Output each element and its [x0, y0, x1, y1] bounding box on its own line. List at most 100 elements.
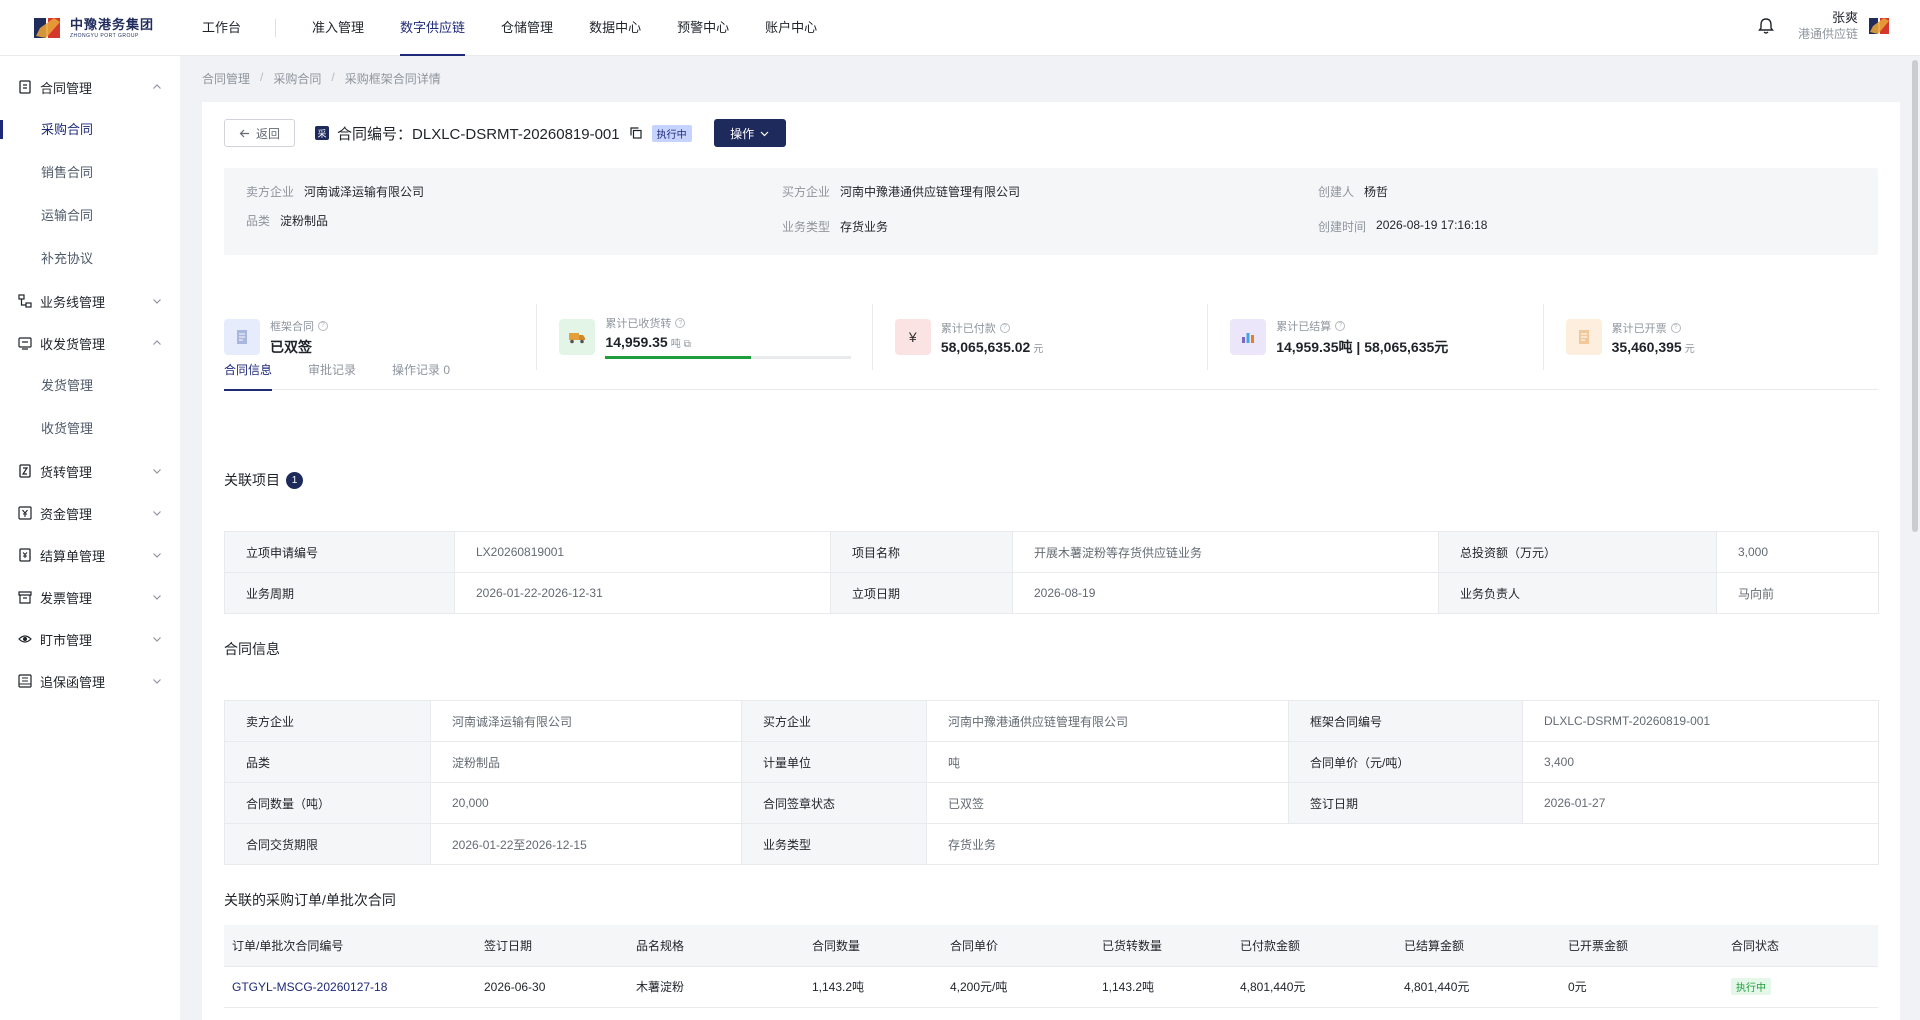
stat-label: 累计已付款 — [940, 322, 996, 335]
sidebar-group-settlement[interactable]: 结算单管理 — [0, 534, 180, 576]
help-icon[interactable]: ? — [318, 320, 328, 331]
table-cell: 0元 — [1560, 966, 1723, 1008]
info-label: 买方企业 — [782, 185, 831, 199]
column-header: 品名规格 — [628, 925, 804, 967]
contract-info-title: 合同信息 — [224, 639, 280, 659]
help-icon[interactable]: ? — [1335, 320, 1346, 331]
status-badge: 执行中 — [1731, 978, 1771, 995]
sidebar-group-label: 结算单管理 — [40, 548, 106, 564]
main-card: 返回 采 合同编号：DLXLC-DSRMT-20260819-001 执行中 操… — [202, 102, 1900, 1020]
nav-data-center[interactable]: 数据中心 — [571, 0, 659, 56]
bell-icon[interactable] — [1756, 16, 1776, 36]
avatar[interactable] — [1868, 15, 1890, 37]
info-value: 杨哲 — [1364, 185, 1389, 199]
chevron-down-icon — [153, 299, 161, 304]
sidebar-item-sales-contract[interactable]: 销售合同 — [0, 151, 180, 194]
info-value: 2026-08-19 17:16:18 — [1376, 218, 1488, 232]
detail-header: 返回 采 合同编号：DLXLC-DSRMT-20260819-001 执行中 操… — [224, 119, 786, 147]
stat-value: 已双签 — [270, 338, 312, 355]
nav-access[interactable]: 准入管理 — [294, 0, 382, 56]
sidebar-item-receiving[interactable]: 收货管理 — [0, 407, 180, 450]
letter-icon — [18, 674, 32, 688]
column-header: 已结算金额 — [1396, 925, 1560, 967]
user-name[interactable]: 张爽 — [1798, 10, 1858, 26]
status-badge: 执行中 — [651, 124, 692, 142]
truck-icon — [559, 319, 596, 355]
page-scrollbar[interactable] — [1912, 60, 1918, 532]
column-header: 签订日期 — [476, 925, 628, 967]
table-value: 20,000 — [430, 782, 742, 824]
sidebar-group-invoice[interactable]: 发票管理 — [0, 576, 180, 618]
top-bar: 中豫港务集团 ZHONGYU PORT GROUP 工作台 准入管理 数字供应链… — [0, 0, 1920, 56]
copy-icon[interactable]: ⧉ — [684, 339, 691, 350]
table-row: 品类 淀粉制品 计量单位 吨 合同单价（元/吨） 3,400 — [224, 741, 1879, 783]
sidebar-group-label: 收发货管理 — [40, 336, 106, 352]
sidebar-group-contract[interactable]: 合同管理 — [0, 66, 180, 108]
receipt-icon — [1565, 319, 1602, 355]
eye-icon — [18, 632, 32, 646]
sidebar-item-shipping[interactable]: 发货管理 — [0, 364, 180, 407]
sidebar-group-delivery[interactable]: 收发货管理 — [0, 322, 180, 364]
breadcrumb-separator: / — [331, 70, 335, 84]
sidebar-item-purchase-contract[interactable]: 采购合同 — [0, 108, 180, 151]
nav-separator — [275, 19, 277, 37]
chevron-down-icon — [760, 131, 769, 136]
breadcrumb-item[interactable]: 采购合同 — [273, 70, 321, 87]
stat-label: 累计已收货转 — [605, 318, 672, 330]
table-key: 总投资额（万元） — [1438, 531, 1717, 573]
sidebar-group-mark-to-market[interactable]: 盯市管理 — [0, 618, 180, 660]
stat-value: 14,959.35吨 | 58,065,635元 — [1276, 338, 1449, 355]
back-label: 返回 — [256, 126, 281, 141]
table-key: 签订日期 — [1288, 782, 1523, 824]
table-row: 合同交货期限 2026-01-22至2026-12-15 业务类型 存货业务 — [224, 823, 1879, 865]
table-key: 计量单位 — [741, 741, 927, 783]
nav-digital-supply-chain[interactable]: 数字供应链 — [382, 0, 483, 56]
nav-workbench[interactable]: 工作台 — [202, 0, 275, 56]
nav-alert-center[interactable]: 预警中心 — [659, 0, 747, 56]
chevron-down-icon — [153, 679, 161, 684]
table-cell: 4,801,440元 — [1232, 966, 1396, 1008]
table-value: 3,000 — [1716, 531, 1879, 573]
help-icon[interactable]: ? — [675, 318, 686, 328]
copy-icon[interactable] — [630, 127, 642, 139]
nav-warehouse[interactable]: 仓储管理 — [483, 0, 571, 56]
order-number-link[interactable]: GTGYL-MSCG-20260127-18 — [224, 966, 476, 1008]
tab-contract-info[interactable]: 合同信息 — [224, 358, 273, 391]
sidebar-item-transport-contract[interactable]: 运输合同 — [0, 194, 180, 237]
help-icon[interactable]: ? — [1670, 322, 1681, 333]
purchase-type-icon: 采 — [315, 126, 330, 140]
tab-approval-records[interactable]: 审批记录 — [308, 358, 356, 390]
info-label: 品类 — [246, 214, 271, 228]
help-icon[interactable]: ? — [999, 322, 1010, 333]
table-value: 河南诚泽运输有限公司 — [430, 700, 742, 742]
table-row: GTGYL-MSCG-20260127-18 2026-06-30 木薯淀粉 1… — [224, 966, 1878, 1008]
stat-unit: 元 — [1684, 343, 1695, 355]
sidebar-group-guarantee-letter[interactable]: 追保函管理 — [0, 660, 180, 702]
info-label: 创建人 — [1318, 185, 1355, 199]
info-value: 存货业务 — [840, 220, 889, 234]
back-button[interactable]: 返回 — [224, 119, 296, 147]
sidebar-group-business-line[interactable]: 业务线管理 — [0, 280, 180, 322]
table-header-row: 订单/单批次合同编号 签订日期 品名规格 合同数量 合同单价 已货转数量 已付款… — [224, 925, 1878, 967]
section-title-text: 合同信息 — [224, 641, 280, 657]
nav-account-center[interactable]: 账户中心 — [747, 0, 835, 56]
breadcrumb-item[interactable]: 合同管理 — [202, 70, 250, 87]
column-header: 合同状态 — [1723, 925, 1878, 967]
buyer-info: 买方企业 河南中豫港通供应链管理有限公司 — [782, 183, 1020, 200]
column-header: 合同单价 — [942, 925, 1094, 967]
sidebar-group-label: 追保函管理 — [40, 674, 106, 690]
logo-icon — [34, 18, 60, 38]
section-title-text: 关联项目 — [224, 472, 280, 488]
sidebar-item-supplementary[interactable]: 补充协议 — [0, 237, 180, 280]
logo[interactable]: 中豫港务集团 ZHONGYU PORT GROUP — [32, 14, 154, 42]
stat-label: 框架合同 — [270, 320, 314, 333]
related-project-title: 关联项目 1 — [224, 470, 303, 490]
related-project-table: 立项申请编号 LX20260819001 项目名称 开展木薯淀粉等存货供应链业务… — [224, 531, 1879, 614]
sidebar-group-fund[interactable]: 资金管理 — [0, 492, 180, 534]
operation-dropdown-button[interactable]: 操作 — [713, 119, 786, 147]
create-time-info: 创建时间 2026-08-19 17:16:18 — [1318, 218, 1487, 235]
invoice-icon — [18, 590, 32, 604]
table-value: 2026-01-27 — [1522, 782, 1879, 824]
tab-operation-records[interactable]: 操作记录 0 — [392, 358, 450, 390]
sidebar-group-transfer[interactable]: 货转管理 — [0, 450, 180, 492]
